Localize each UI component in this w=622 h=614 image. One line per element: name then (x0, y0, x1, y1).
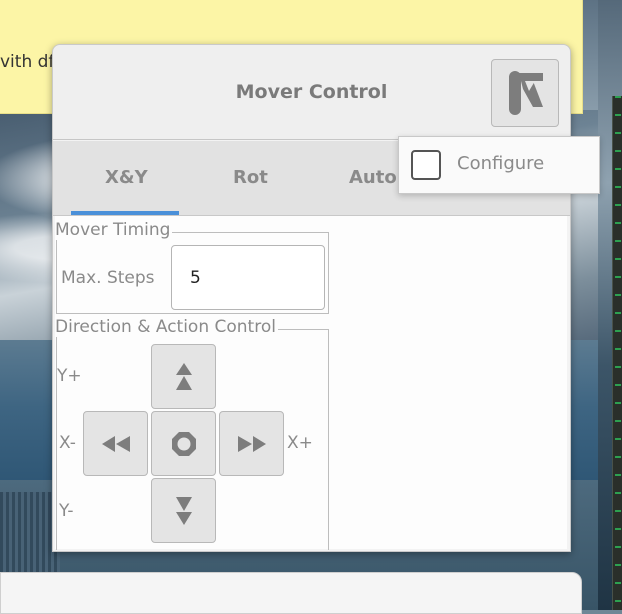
app-menu-icon (503, 67, 547, 119)
move-left-button[interactable] (83, 411, 148, 476)
note-text: vith df (0, 52, 55, 72)
bottom-window-edge[interactable] (0, 572, 582, 614)
max-steps-label: Max. Steps (61, 268, 155, 288)
titlebar[interactable]: Mover Control (53, 45, 570, 140)
mover-control-dialog: Mover Control X&Y Rot Auto Mover Timing … (52, 44, 571, 552)
move-down-button[interactable] (151, 478, 216, 543)
x-plus-label: X+ (287, 433, 313, 453)
y-minus-label: Y- (59, 501, 74, 521)
max-steps-input[interactable]: 5 (171, 245, 325, 310)
mover-timing-label: Mover Timing (55, 220, 173, 240)
tab-content-xy: Mover Timing Max. Steps 5 Direction & Ac… (55, 216, 567, 550)
stop-icon (171, 431, 197, 457)
move-right-button[interactable] (219, 411, 284, 476)
configure-label[interactable]: Configure (457, 153, 544, 174)
move-up-button[interactable] (151, 344, 216, 409)
tab-xy[interactable]: X&Y (105, 167, 148, 188)
up-arrow-icon (174, 362, 194, 392)
roof (0, 492, 60, 582)
max-steps-value: 5 (190, 268, 201, 288)
x-minus-label: X- (59, 433, 76, 453)
tab-auto[interactable]: Auto (349, 167, 397, 188)
direction-control-label: Direction & Action Control (55, 317, 278, 337)
active-tab-indicator (71, 211, 179, 215)
tab-rot[interactable]: Rot (233, 167, 268, 188)
stop-button[interactable] (151, 411, 216, 476)
down-arrow-icon (174, 496, 194, 526)
fast-forward-icon (237, 434, 267, 454)
y-plus-label: Y+ (57, 366, 82, 386)
right-side-window-edge[interactable] (612, 96, 622, 610)
configure-popover: Configure (398, 136, 600, 194)
configure-checkbox[interactable] (411, 150, 441, 180)
app-menu-button[interactable] (491, 59, 559, 127)
rewind-icon (101, 434, 131, 454)
